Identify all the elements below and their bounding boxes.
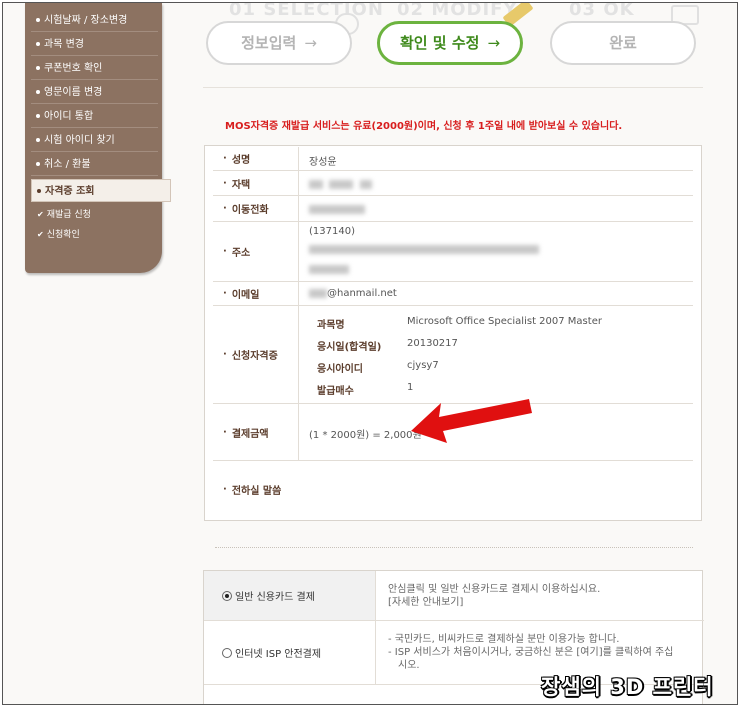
message-label: 전하실 말씀 — [213, 461, 299, 517]
email-label: 이메일 — [213, 282, 299, 305]
application-info-box: 성명 장성윤 자택 이동전화 주소 (137140) 이메일 @hanmail.… — [204, 145, 702, 521]
sidebar-subitem-confirm[interactable]: ✔ 신청확인 — [37, 227, 80, 240]
radio-card[interactable] — [222, 590, 232, 601]
home-phone-value — [309, 179, 372, 190]
page-frame: 시험날짜 / 장소변경 과목 변경 쿠폰번호 확인 영문이름 변경 아이디 통합… — [2, 2, 738, 705]
subject-label: 과목명 — [317, 320, 345, 331]
step-info-input: 정보입력 → — [206, 21, 352, 65]
bullet-icon — [36, 90, 40, 94]
sidebar-item-cancel-refund[interactable]: 취소 / 환불 — [31, 153, 158, 176]
payment-amount-label: 결제금액 — [213, 404, 299, 460]
address-line2 — [309, 264, 349, 275]
postcode-value: (137140) — [309, 226, 355, 237]
check-icon: ✔ — [37, 210, 44, 219]
payment-card-option[interactable]: 일반 신용카드 결제 — [204, 571, 376, 620]
row-mobile: 이동전화 — [213, 196, 693, 222]
exam-id-value: cjysy7 — [407, 360, 439, 371]
step-caption-selection: 01 SELECTION — [229, 2, 384, 20]
arrow-right-icon: → — [304, 34, 317, 52]
sidebar-item-id-merge[interactable]: 아이디 통합 — [31, 105, 158, 128]
bullet-icon — [36, 138, 40, 142]
step-caption-modify: 02 MODIFY — [397, 2, 518, 20]
row-email: 이메일 @hanmail.net — [213, 282, 693, 306]
sidebar-subitem-reissue[interactable]: ✔ 재발급 신청 — [37, 207, 91, 220]
sidebar-item-coupon[interactable]: 쿠폰번호 확인 — [31, 57, 158, 80]
sidebar-item-exam-date-change[interactable]: 시험날짜 / 장소변경 — [31, 9, 158, 32]
arrow-right-icon: → — [487, 34, 501, 52]
isp-desc: - 국민카드, 비씨카드로 결제하실 분만 이용가능 합니다. - ISP 서비… — [388, 634, 674, 671]
step-confirm-modify: 확인 및 수정 → — [377, 21, 523, 65]
mobile-label: 이동전화 — [213, 196, 299, 221]
bullet-icon — [36, 162, 40, 166]
red-arrow-annotation — [411, 399, 532, 443]
bullet-icon — [37, 189, 41, 193]
email-value: @hanmail.net — [309, 288, 397, 299]
row-home-phone: 자택 — [213, 171, 693, 196]
bullet-icon — [36, 18, 40, 22]
row-name: 성명 장성윤 — [213, 147, 693, 171]
sidebar-item-subject-change[interactable]: 과목 변경 — [31, 33, 158, 56]
address-line1 — [309, 244, 539, 255]
radio-isp[interactable] — [222, 647, 232, 658]
step-complete: 완료 — [550, 21, 696, 65]
card-detail-link[interactable]: [자세한 안내보기] — [388, 596, 600, 609]
watermark-text: 장샘의 3D 프린터 — [541, 675, 714, 699]
sidebar-item-find-id[interactable]: 시험 아이디 찾기 — [31, 129, 158, 152]
name-label: 성명 — [213, 147, 299, 170]
card-desc: 안심클릭 및 일반 신용카드로 결제시 이용하십시요. [자세한 안내보기] — [388, 584, 601, 609]
home-phone-label: 자택 — [213, 171, 299, 195]
issue-count-label: 발급매수 — [317, 386, 354, 397]
row-message: 전하실 말씀 — [213, 461, 693, 517]
bullet-icon — [36, 66, 40, 70]
left-sidebar: 시험날짜 / 장소변경 과목 변경 쿠폰번호 확인 영문이름 변경 아이디 통합… — [25, 3, 171, 273]
sidebar-item-english-name[interactable]: 영문이름 변경 — [31, 81, 158, 104]
exam-date-label: 응시일(합격일) — [317, 342, 382, 353]
payment-card-row[interactable]: 일반 신용카드 결제 안심클릭 및 일반 신용카드로 결제시 이용하십시요. [… — [204, 571, 704, 621]
name-value: 장성윤 — [309, 157, 337, 168]
check-icon: ✔ — [37, 230, 44, 239]
subject-value: Microsoft Office Specialist 2007 Master — [407, 316, 602, 327]
row-address: 주소 (137140) — [213, 222, 693, 282]
cert-label: 신청자격증 — [213, 306, 299, 403]
issue-count-value: 1 — [407, 382, 414, 393]
row-cert: 신청자격증 과목명 Microsoft Office Specialist 20… — [213, 306, 693, 404]
mobile-value — [309, 204, 365, 215]
step-caption-ok: 03 OK — [569, 2, 635, 20]
address-label: 주소 — [213, 222, 299, 281]
sidebar-item-cert-lookup[interactable]: 자격증 조회 — [31, 179, 171, 202]
reissue-notice: MOS자격증 재발급 서비스는 유료(2000원)이며, 신청 후 1주일 내에… — [225, 121, 623, 132]
exam-date-value: 20130217 — [407, 338, 458, 349]
bullet-icon — [36, 42, 40, 46]
exam-id-label: 응시아이디 — [317, 364, 363, 375]
bullet-icon — [36, 114, 40, 118]
payment-isp-option[interactable]: 인터넷 ISP 안전결제 — [204, 621, 376, 684]
dotted-divider — [215, 547, 693, 548]
divider — [203, 87, 703, 88]
